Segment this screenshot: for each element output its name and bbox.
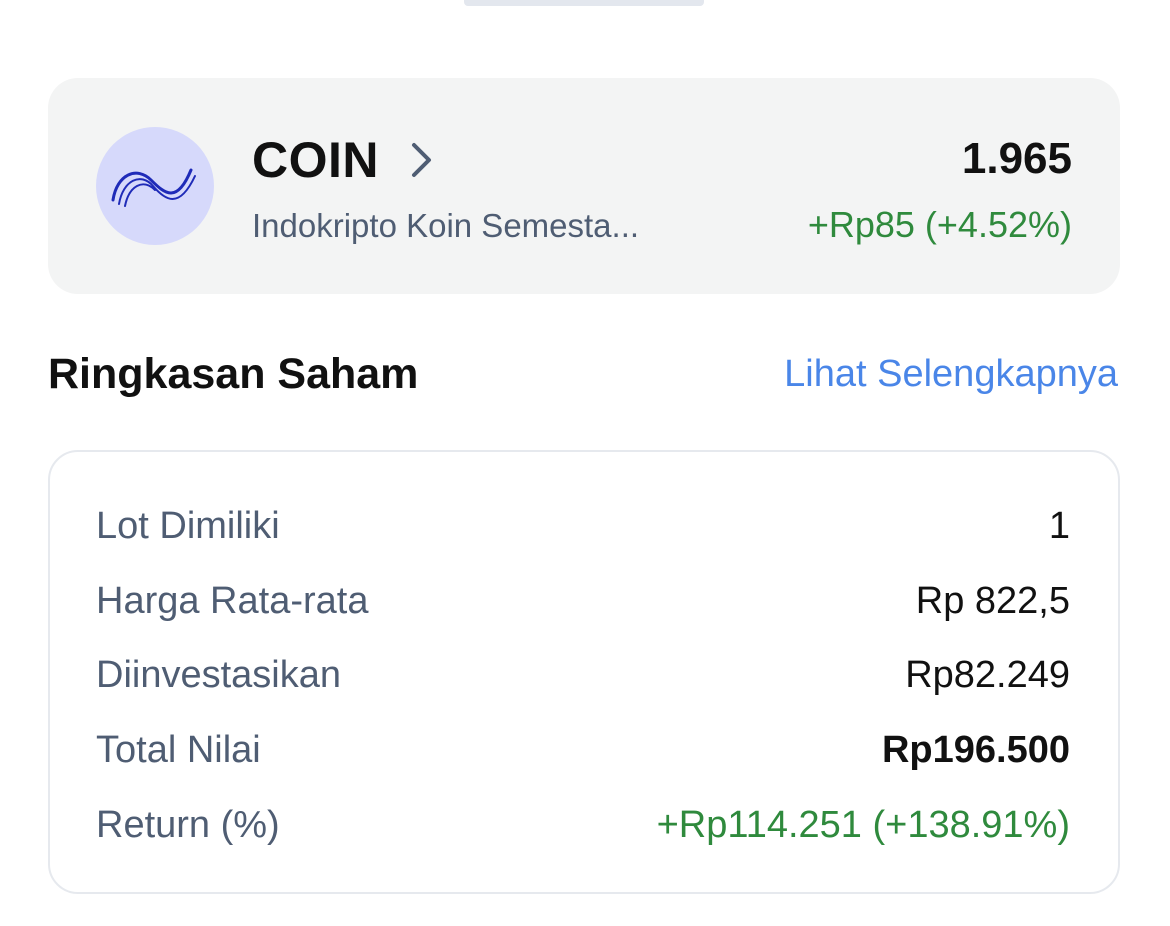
row-value: Rp82.249 [905, 654, 1070, 696]
company-name: Indokripto Koin Semesta... [252, 207, 640, 244]
row-value: 1 [1048, 505, 1070, 547]
stock-ticker: COIN [252, 132, 379, 188]
stock-header-card[interactable]: COIN Indokripto Koin Semesta... 1.965 +R… [48, 78, 1120, 294]
row-label: Lot Dimiliki [96, 505, 280, 547]
row-value: +Rp114.251 (+138.91%) [656, 804, 1070, 846]
stock-price: 1.965 [961, 134, 1072, 183]
row-label: Diinvestasikan [96, 654, 341, 696]
row-value: Rp196.500 [881, 729, 1070, 771]
summary-section-header: Ringkasan Saham Lihat Selengkapnya [48, 346, 1120, 402]
stock-summary-card: Lot Dimiliki 1 Harga Rata-rata Rp 822,5 … [48, 450, 1120, 894]
summary-row-average-price: Harga Rata-rata Rp 822,5 [96, 573, 1070, 629]
row-label: Total Nilai [96, 729, 261, 771]
stock-detail-sheet: COIN Indokripto Koin Semesta... 1.965 +R… [0, 0, 1170, 926]
summary-row-lots: Lot Dimiliki 1 [96, 498, 1070, 554]
sheet-drag-handle[interactable] [464, 0, 704, 6]
summary-row-return: Return (%) +Rp114.251 (+138.91%) [96, 797, 1070, 853]
see-more-link[interactable]: Lihat Selengkapnya [784, 346, 1118, 402]
price-change: +Rp85 (+4.52%) [807, 204, 1072, 245]
row-label: Harga Rata-rata [96, 580, 369, 622]
row-value: Rp 822,5 [915, 580, 1070, 622]
row-label: Return (%) [96, 804, 280, 846]
chevron-right-icon [411, 142, 433, 178]
ticker-link[interactable]: COIN [252, 130, 433, 190]
indokripto-wave-logo-icon [96, 127, 214, 245]
summary-row-total-value: Total Nilai Rp196.500 [96, 722, 1070, 778]
section-title: Ringkasan Saham [48, 350, 419, 398]
summary-row-invested: Diinvestasikan Rp82.249 [96, 647, 1070, 703]
